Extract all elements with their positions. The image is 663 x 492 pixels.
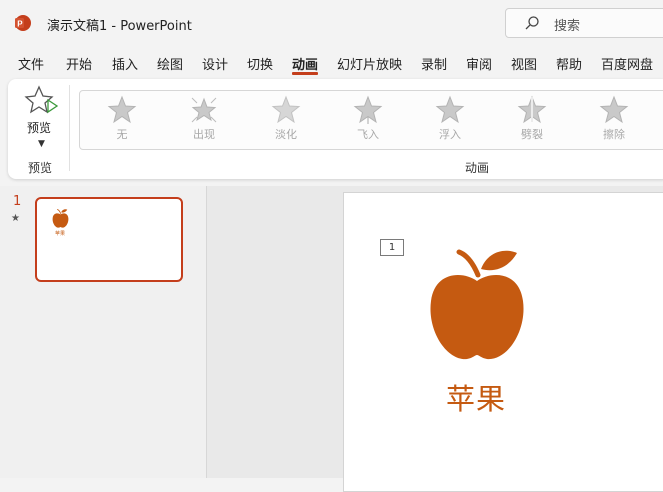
preview-star-icon — [24, 85, 58, 114]
star-float-in-icon — [435, 95, 465, 124]
star-fly-in-icon — [353, 95, 383, 124]
slide-caption[interactable]: 苹果 — [446, 376, 506, 418]
animation-label: 出现 — [193, 128, 215, 141]
tab-draw[interactable]: 绘图 — [157, 54, 183, 73]
apple-icon — [52, 209, 69, 228]
animation-gallery: 无 出现 淡化 飞入 浮入 劈裂 擦除 — [79, 90, 663, 150]
star-none-icon — [107, 95, 137, 124]
slide-canvas[interactable]: 1 苹果 — [343, 192, 663, 492]
animation-fade[interactable]: 淡化 — [264, 95, 308, 145]
slide-thumbnail[interactable]: 苹果 — [35, 197, 183, 282]
tab-review[interactable]: 审阅 — [466, 54, 492, 73]
group-label-preview: 预览 — [28, 161, 53, 175]
tab-baidu-netdisk[interactable]: 百度网盘 — [601, 54, 653, 73]
slide-number: 1 — [13, 194, 22, 209]
ribbon-panel: 预览 ▼ 预览 无 出现 淡化 飞入 浮入 劈裂 擦除 动画 — [8, 79, 663, 179]
star-appear-icon — [191, 97, 217, 123]
tab-transitions[interactable]: 切换 — [247, 54, 273, 73]
animation-label: 浮入 — [439, 128, 461, 141]
tab-home[interactable]: 开始 — [66, 54, 92, 73]
window-title: 演示文稿1 - PowerPoint — [47, 19, 192, 34]
ribbon-tabs: 文件 开始 插入 绘图 设计 切换 动画 幻灯片放映 录制 审阅 视图 帮助 百… — [0, 46, 663, 78]
star-fade-icon — [271, 95, 301, 124]
animation-marker-icon: ★ — [11, 213, 20, 224]
svg-text:P: P — [17, 19, 23, 28]
animation-label: 无 — [116, 128, 128, 141]
animation-label: 擦除 — [603, 128, 625, 141]
animation-float-in[interactable]: 浮入 — [428, 95, 472, 145]
animation-label: 劈裂 — [521, 128, 543, 141]
animation-label: 飞入 — [357, 128, 379, 141]
preview-button[interactable]: 预览 ▼ — [22, 85, 62, 149]
animation-appear[interactable]: 出现 — [182, 95, 226, 145]
apple-icon[interactable] — [429, 249, 525, 361]
tab-insert[interactable]: 插入 — [112, 54, 138, 73]
animation-split[interactable]: 劈裂 — [510, 95, 554, 145]
powerpoint-logo-icon: P — [15, 15, 31, 31]
tab-design[interactable]: 设计 — [202, 54, 228, 73]
preview-label: 预览 — [27, 121, 52, 135]
thumbnail-caption: 苹果 — [55, 231, 66, 237]
animation-label: 淡化 — [275, 128, 297, 141]
star-wipe-icon — [599, 95, 629, 124]
chevron-down-icon[interactable]: ▼ — [38, 139, 45, 149]
search-input[interactable]: 搜索 — [505, 8, 663, 38]
animation-none[interactable]: 无 — [100, 95, 144, 145]
star-split-icon — [517, 95, 547, 124]
group-divider — [69, 85, 70, 171]
title-bar: P 演示文稿1 - PowerPoint 搜索 — [0, 0, 663, 46]
animation-wipe[interactable]: 擦除 — [592, 95, 636, 145]
tab-record[interactable]: 录制 — [421, 54, 447, 73]
tab-file[interactable]: 文件 — [18, 54, 44, 73]
tab-help[interactable]: 帮助 — [556, 54, 582, 73]
tab-view[interactable]: 视图 — [511, 54, 537, 73]
tab-animations[interactable]: 动画 — [292, 54, 318, 73]
animation-order-tag[interactable]: 1 — [380, 239, 404, 256]
active-tab-indicator — [292, 72, 318, 75]
group-label-animation: 动画 — [465, 161, 490, 175]
search-placeholder: 搜索 — [554, 19, 581, 34]
tab-slideshow[interactable]: 幻灯片放映 — [337, 54, 402, 73]
animation-fly-in[interactable]: 飞入 — [346, 95, 390, 145]
search-icon — [525, 16, 539, 30]
